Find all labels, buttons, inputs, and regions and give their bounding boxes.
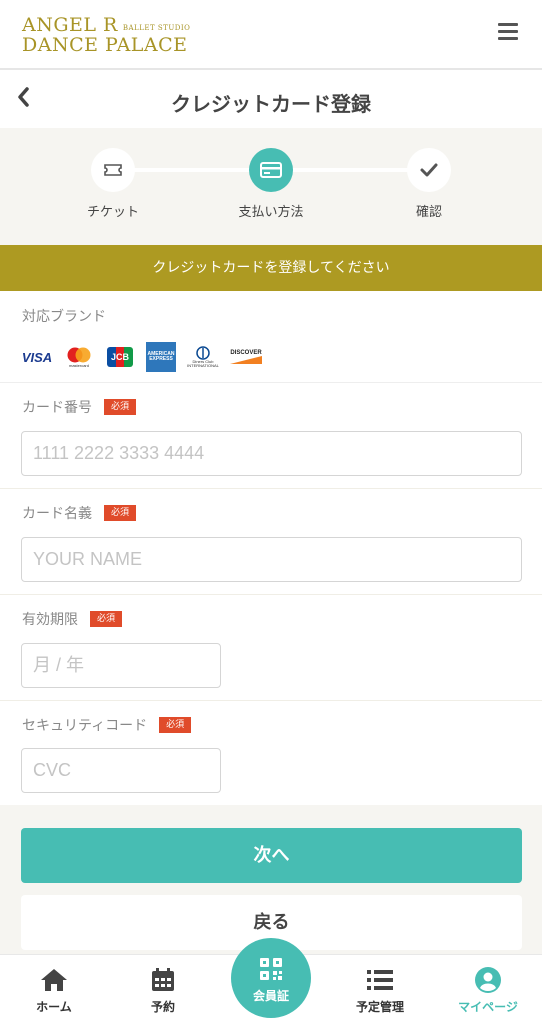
- tab-mypage[interactable]: マイページ: [443, 965, 533, 1015]
- instruction-banner: クレジットカードを登録してください: [0, 245, 542, 291]
- required-badge: 必須: [104, 504, 137, 522]
- check-icon: [407, 148, 451, 192]
- tab-label: マイページ: [458, 1000, 518, 1014]
- tab-label: ホーム: [36, 1000, 72, 1014]
- amex-logo: AMERICAN EXPRESS: [146, 342, 176, 372]
- card-number-label: カード番号: [22, 400, 92, 416]
- mastercard-logo: mastercard: [64, 342, 94, 372]
- brand-logos: VISA mastercard JCB AMERICAN EXPRESS Din…: [22, 342, 274, 372]
- visa-logo: VISA: [21, 349, 53, 365]
- required-badge: 必須: [159, 716, 192, 734]
- diners-logo: Diners Club INTERNATIONAL: [187, 342, 219, 372]
- home-icon: [9, 965, 99, 995]
- logo-line2: DANCE PALACE: [22, 34, 188, 56]
- step-ticket: チケット: [53, 148, 173, 220]
- discover-logo: DISCOVER: [230, 342, 262, 372]
- credit-card-icon: [249, 148, 293, 192]
- progress-steps: チケット 支払い方法 確認: [0, 128, 542, 245]
- bottom-tab-bar: ホーム 予約 会員証 予定管理 マイページ: [0, 938, 542, 1024]
- tab-label: 会員証: [252, 989, 289, 1003]
- expiry-field: 有効期限 必須 月 / 年: [0, 595, 542, 701]
- expiry-input[interactable]: 月 / 年: [21, 643, 221, 688]
- list-icon: [335, 965, 425, 995]
- card-number-input[interactable]: 1111 2222 3333 4444: [21, 431, 522, 476]
- tab-schedule[interactable]: 予定管理: [335, 965, 425, 1015]
- jcb-logo: JCB: [106, 342, 134, 372]
- card-name-input[interactable]: YOUR NAME: [21, 537, 522, 582]
- step-label: 支払い方法: [238, 205, 304, 220]
- card-name-label: カード名義: [22, 506, 92, 522]
- logo-line1: ANGEL R: [22, 14, 118, 36]
- step-payment: 支払い方法: [211, 148, 331, 220]
- tab-membership-card[interactable]: 会員証: [231, 938, 311, 1018]
- logo-sub: BALLET STUDIO: [122, 24, 191, 32]
- page-title: クレジットカード登録: [171, 92, 371, 116]
- cvc-field: セキュリティコード 必須 CVC: [0, 701, 542, 805]
- tab-home[interactable]: ホーム: [9, 965, 99, 1015]
- expiry-label: 有効期限: [22, 612, 78, 628]
- step-label: チケット: [86, 205, 139, 220]
- title-bar: クレジットカード登録: [0, 72, 542, 128]
- calendar-icon: [118, 965, 208, 995]
- brands-label: 対応ブランド: [22, 309, 106, 325]
- supported-brands: 対応ブランド VISA mastercard JCB AMERICAN EXPR…: [0, 291, 542, 383]
- card-name-field: カード名義 必須 YOUR NAME: [0, 489, 542, 595]
- card-number-field: カード番号 必須 1111 2222 3333 4444: [0, 383, 542, 489]
- tab-label: 予約: [150, 1000, 175, 1014]
- studio-logo[interactable]: ANGEL R BALLET STUDIO DANCE PALACE: [22, 16, 190, 55]
- ticket-icon: [91, 148, 135, 192]
- tab-label: 予定管理: [355, 1000, 404, 1014]
- tab-reservation[interactable]: 予約: [118, 965, 208, 1015]
- cvc-input[interactable]: CVC: [21, 748, 221, 793]
- required-badge: 必須: [104, 398, 137, 416]
- app-header: ANGEL R BALLET STUDIO DANCE PALACE: [0, 0, 542, 70]
- cvc-label: セキュリティコード: [22, 718, 148, 734]
- action-area: 次へ 戻る: [0, 805, 542, 954]
- step-confirm: 確認: [369, 148, 489, 220]
- step-label: 確認: [415, 205, 442, 220]
- required-badge: 必須: [90, 610, 123, 628]
- menu-icon[interactable]: [498, 23, 518, 41]
- next-button[interactable]: 次へ: [21, 828, 522, 883]
- qr-code-icon: [231, 954, 311, 984]
- user-icon: [443, 965, 533, 995]
